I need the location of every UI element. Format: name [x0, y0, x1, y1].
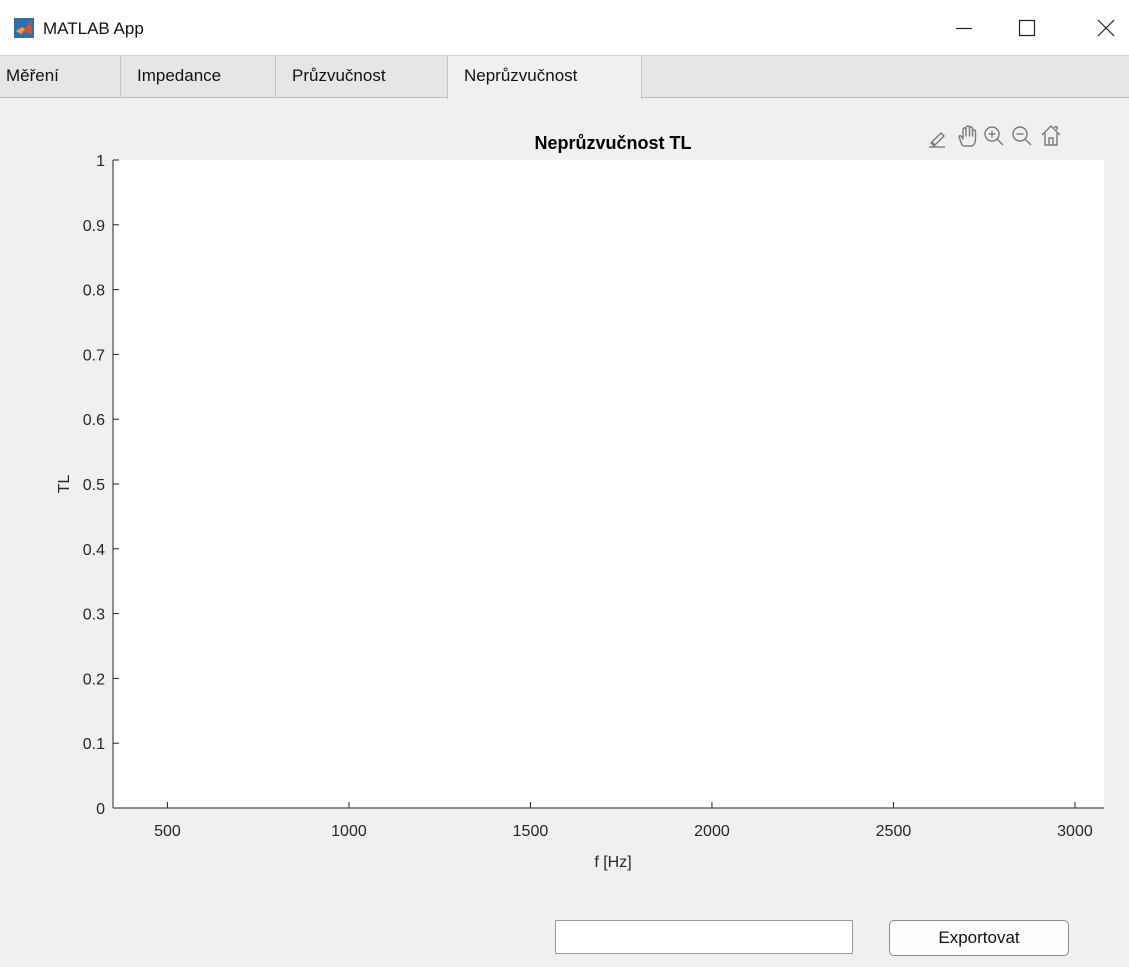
zoom-out-icon[interactable]	[1012, 126, 1032, 146]
x-axis-label: f [Hz]	[594, 854, 631, 871]
minimize-icon	[956, 27, 972, 30]
home-restore-icon[interactable]	[1041, 125, 1061, 146]
minimize-button[interactable]	[941, 12, 987, 44]
axes-toolbar	[929, 125, 1061, 148]
y-tick-label: 0.6	[83, 412, 105, 429]
plot-title: Neprůzvučnost TL	[534, 133, 691, 153]
x-tick-label: 1000	[331, 823, 367, 840]
export-name-field[interactable]	[555, 920, 853, 954]
matlab-logo-icon	[14, 18, 34, 38]
plot-panel: Neprůzvučnost TL 00.10.20.30.40.50.60.70…	[56, 125, 1104, 871]
y-tick-label: 0.7	[83, 347, 105, 364]
close-icon	[1097, 19, 1115, 37]
window-title: MATLAB App	[43, 19, 144, 38]
y-tick-label: 0.9	[83, 218, 105, 235]
brush-icon[interactable]	[929, 132, 945, 148]
y-tick-label: 0	[96, 801, 105, 818]
tab-impedance[interactable]: Impedance	[121, 56, 276, 98]
x-tick-label: 1500	[513, 823, 549, 840]
x-tick-label: 3000	[1057, 823, 1093, 840]
y-tick-label: 0.5	[83, 477, 105, 494]
maximize-icon	[1018, 19, 1036, 37]
close-button[interactable]	[1083, 12, 1129, 44]
tab-nepruzvucnost[interactable]: Neprůzvučnost	[447, 56, 642, 99]
title-bar: MATLAB App	[0, 0, 1129, 55]
x-tick-label: 2000	[694, 823, 730, 840]
x-tick-label: 2500	[876, 823, 912, 840]
y-tick-label: 0.3	[83, 607, 105, 624]
tab-bar: Měření Impedance Průzvučnost Neprůzvučno…	[0, 55, 1129, 99]
zoom-in-icon[interactable]	[984, 126, 1004, 146]
y-tick-label: 0.1	[83, 736, 105, 753]
tab-pruzvucnost[interactable]: Průzvučnost	[276, 56, 448, 98]
tab-mereni[interactable]: Měření	[0, 56, 121, 98]
y-tick-label: 0.4	[83, 542, 105, 559]
y-tick-label: 0.8	[83, 283, 105, 300]
x-tick-label: 500	[154, 823, 181, 840]
pan-hand-icon[interactable]	[958, 125, 977, 147]
y-tick-label: 1	[96, 153, 105, 170]
y-axis-label: TL	[56, 475, 73, 494]
axes-area[interactable]	[113, 160, 1104, 808]
maximize-button[interactable]	[1004, 12, 1050, 44]
export-button[interactable]: Exportovat	[889, 920, 1069, 956]
y-tick-label: 0.2	[83, 671, 105, 688]
